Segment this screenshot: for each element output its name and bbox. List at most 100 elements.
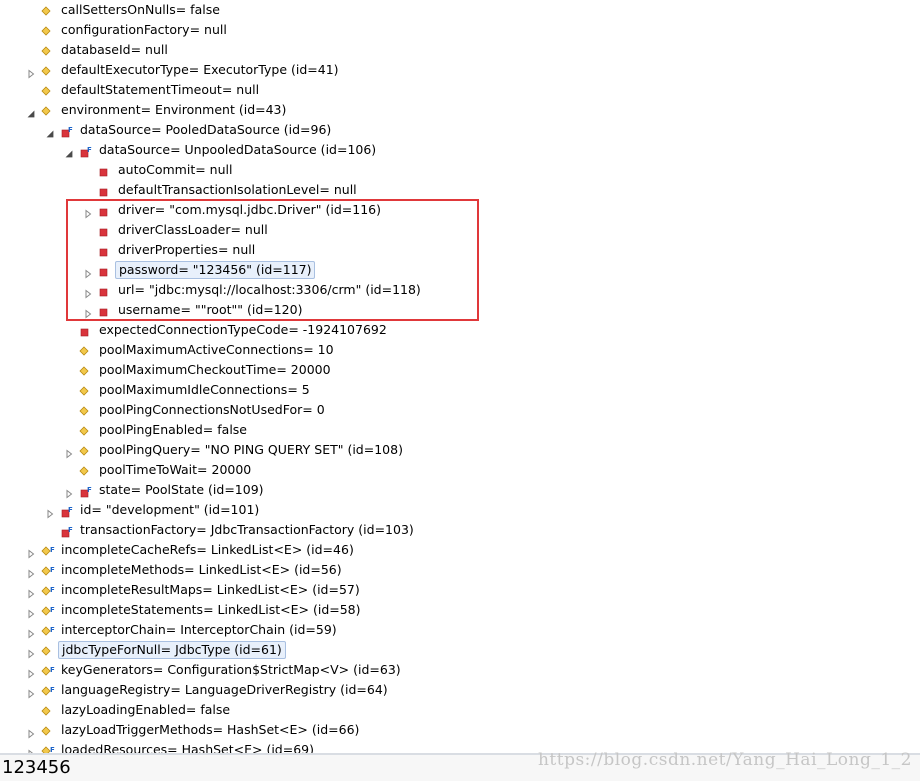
private-member-icon [98, 164, 112, 177]
expand-arrow-icon[interactable] [26, 725, 36, 739]
tree-row-label: transactionFactory= JdbcTransactionFacto… [80, 522, 414, 537]
tree-row[interactable]: lazyLoadTriggerMethods= HashSet<E> (id=6… [0, 720, 920, 740]
private-field-icon [79, 424, 93, 436]
tree-row[interactable]: poolMaximumIdleConnections= 5 [0, 380, 920, 400]
tree-row[interactable]: expectedConnectionTypeCode= -1924107692 [0, 320, 920, 340]
expand-arrow-icon[interactable] [26, 665, 36, 679]
tree-row-label: keyGenerators= Configuration$StrictMap<V… [61, 662, 401, 677]
expand-arrow-icon[interactable] [26, 605, 36, 619]
tree-row[interactable]: Fid= "development" (id=101) [0, 500, 920, 520]
expand-arrow-icon[interactable] [26, 745, 36, 753]
private-field-icon [41, 704, 55, 716]
private-field-icon [41, 24, 55, 36]
tree-row[interactable]: autoCommit= null [0, 160, 920, 180]
tree-row[interactable]: defaultExecutorType= ExecutorType (id=41… [0, 60, 920, 80]
expand-arrow-icon[interactable] [26, 625, 36, 639]
private-field-icon [41, 4, 55, 16]
tree-row[interactable]: FtransactionFactory= JdbcTransactionFact… [0, 520, 920, 540]
private-field-icon [41, 104, 55, 116]
tree-row[interactable]: FincompleteResultMaps= LinkedList<E> (id… [0, 580, 920, 600]
expand-arrow-icon[interactable] [26, 545, 36, 559]
tree-row-label: incompleteCacheRefs= LinkedList<E> (id=4… [61, 542, 354, 557]
tree-row-label: incompleteMethods= LinkedList<E> (id=56) [61, 562, 342, 577]
tree-row[interactable]: FincompleteCacheRefs= LinkedList<E> (id=… [0, 540, 920, 560]
tree-row[interactable]: lazyLoadingEnabled= false [0, 700, 920, 720]
final-private-field-icon: F [79, 484, 93, 498]
tree-row[interactable]: FincompleteMethods= LinkedList<E> (id=56… [0, 560, 920, 580]
tree-row-label: defaultStatementTimeout= null [61, 82, 260, 97]
expand-arrow-icon[interactable] [26, 565, 36, 579]
tree-row-label: callSettersOnNulls= false [61, 2, 220, 17]
tree-row-label: languageRegistry= LanguageDriverRegistry… [61, 682, 388, 697]
tree-row[interactable]: Fstate= PoolState (id=109) [0, 480, 920, 500]
variables-tree[interactable]: callSettersOnNulls= false configurationFa… [0, 0, 920, 753]
svg-text:F: F [50, 626, 55, 634]
expand-arrow-icon[interactable] [26, 645, 36, 659]
tree-row[interactable]: poolTimeToWait= 20000 [0, 460, 920, 480]
tree-row[interactable]: FdataSource= UnpooledDataSource (id=106) [0, 140, 920, 160]
final-private-field-icon: F [60, 524, 74, 538]
svg-text:F: F [87, 486, 92, 494]
tree-row-label: poolMaximumIdleConnections= 5 [99, 382, 310, 397]
tree-row-label: lazyLoadTriggerMethods= HashSet<E> (id=6… [61, 722, 360, 737]
tree-row-label: state= PoolState (id=109) [99, 482, 264, 497]
expand-arrow-icon[interactable] [26, 585, 36, 599]
tree-row-label: id= "development" (id=101) [80, 502, 260, 517]
final-field-icon: F [41, 604, 55, 616]
tree-row-label: autoCommit= null [118, 162, 233, 177]
tree-row-label: defaultExecutorType= ExecutorType (id=41… [61, 62, 339, 77]
final-field-icon: F [41, 744, 55, 753]
tree-row[interactable]: defaultTransactionIsolationLevel= null [0, 180, 920, 200]
tree-row-label: lazyLoadingEnabled= false [61, 702, 231, 717]
tree-row[interactable]: poolMaximumCheckoutTime= 20000 [0, 360, 920, 380]
tree-row[interactable]: callSettersOnNulls= false [0, 0, 920, 20]
expand-arrow-icon[interactable] [64, 445, 74, 459]
tree-row-label: configurationFactory= null [61, 22, 227, 37]
final-field-icon: F [41, 584, 55, 596]
tree-row[interactable]: defaultStatementTimeout= null [0, 80, 920, 100]
private-field-icon [79, 464, 93, 476]
tree-row[interactable]: FkeyGenerators= Configuration$StrictMap<… [0, 660, 920, 680]
tree-row[interactable]: poolPingConnectionsNotUsedFor= 0 [0, 400, 920, 420]
watermark: https://blog.csdn.net/Yang_Hai_Long_1_2 [537, 750, 912, 770]
collapse-arrow-icon[interactable] [26, 105, 36, 118]
private-field-icon [41, 44, 55, 56]
tree-row-label: jdbcTypeForNull= JdbcType (id=61) [58, 641, 286, 659]
tree-row[interactable]: poolPingEnabled= false [0, 420, 920, 440]
private-field-icon [79, 364, 93, 376]
private-field-icon [41, 64, 55, 76]
tree-row[interactable]: FlanguageRegistry= LanguageDriverRegistr… [0, 680, 920, 700]
tree-row[interactable]: databaseId= null [0, 40, 920, 60]
private-field-icon [79, 384, 93, 396]
final-private-field-icon: F [60, 504, 74, 518]
tree-row-label: poolTimeToWait= 20000 [99, 462, 252, 477]
tree-row[interactable]: environment= Environment (id=43) [0, 100, 920, 120]
private-field-icon [41, 84, 55, 96]
tree-row[interactable]: FdataSource= PooledDataSource (id=96) [0, 120, 920, 140]
tree-row[interactable]: FinterceptorChain= InterceptorChain (id=… [0, 620, 920, 640]
final-field-icon: F [41, 624, 55, 636]
collapse-arrow-icon[interactable] [64, 145, 74, 158]
svg-text:F: F [68, 506, 73, 514]
tree-row-label: databaseId= null [61, 42, 168, 57]
tree-row[interactable]: FincompleteStatements= LinkedList<E> (id… [0, 600, 920, 620]
svg-text:F: F [50, 566, 55, 574]
tree-row-label: dataSource= UnpooledDataSource (id=106) [99, 142, 377, 157]
collapse-arrow-icon[interactable] [45, 125, 55, 138]
tree-row[interactable]: jdbcTypeForNull= JdbcType (id=61) [0, 640, 920, 660]
tree-row-label: loadedResources= HashSet<E> (id=69) [61, 742, 315, 753]
tree-row-label: defaultTransactionIsolationLevel= null [118, 182, 357, 197]
svg-text:F: F [50, 666, 55, 674]
tree-row[interactable]: configurationFactory= null [0, 20, 920, 40]
expand-arrow-icon[interactable] [64, 485, 74, 499]
tree-row-label: poolMaximumCheckoutTime= 20000 [99, 362, 331, 377]
expand-arrow-icon[interactable] [45, 505, 55, 519]
expand-arrow-icon[interactable] [26, 685, 36, 699]
tree-row[interactable]: poolPingQuery= "NO PING QUERY SET" (id=1… [0, 440, 920, 460]
tree-row-label: incompleteStatements= LinkedList<E> (id=… [61, 602, 361, 617]
private-field-icon [79, 444, 93, 456]
tree-row-label: incompleteResultMaps= LinkedList<E> (id=… [61, 582, 360, 597]
tree-row[interactable]: poolMaximumActiveConnections= 10 [0, 340, 920, 360]
expand-arrow-icon[interactable] [26, 65, 36, 79]
tree-row-label: poolPingEnabled= false [99, 422, 247, 437]
